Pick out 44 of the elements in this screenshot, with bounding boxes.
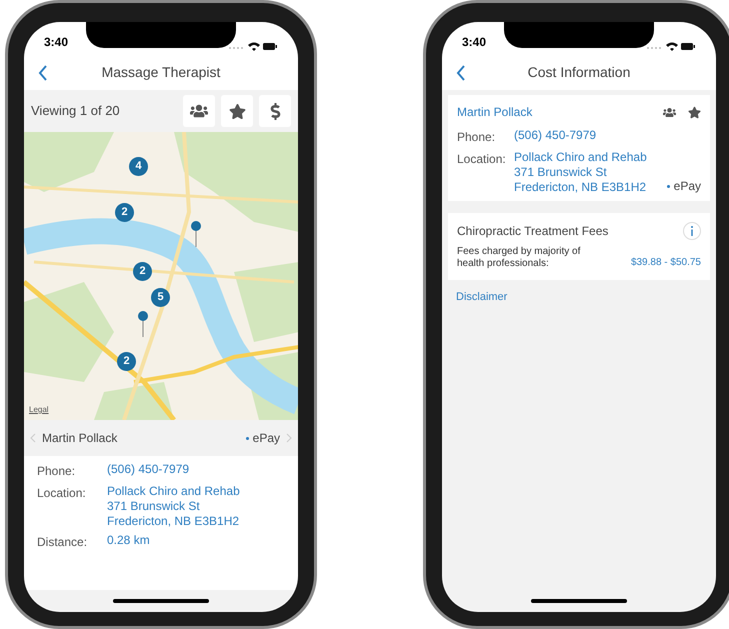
group-button[interactable] <box>183 95 215 127</box>
status-time: 3:40 <box>44 34 68 51</box>
detail-label: Distance: <box>37 534 88 551</box>
bullet-icon <box>246 436 249 440</box>
payment-label: ePay <box>252 430 280 447</box>
provider-name: Martin Pollack <box>42 430 118 447</box>
fees-range: $39.88 - $50.75 <box>630 256 701 270</box>
star-button[interactable] <box>221 95 253 127</box>
detail-label: Phone: <box>457 129 496 146</box>
detail-link[interactable]: (506) 450-7979 <box>107 462 190 477</box>
dollar-button[interactable] <box>259 95 291 127</box>
screen-title: Cost Information <box>528 63 630 82</box>
detail-link[interactable]: 371 Brunswick St <box>107 499 240 514</box>
status-icons <box>646 41 696 51</box>
fees-title: Chiropractic Treatment Fees <box>457 223 608 240</box>
group-icon <box>190 102 208 120</box>
detail-link[interactable]: Pollack Chiro and Rehab <box>514 150 647 165</box>
detail-link[interactable]: Fredericton, NB E3B1H2 <box>514 180 647 195</box>
bullet-icon <box>666 184 670 188</box>
pin-icon[interactable] <box>138 311 148 337</box>
status-icons <box>228 41 278 51</box>
disclaimer-link[interactable]: Disclaimer <box>456 289 508 306</box>
group-icon[interactable] <box>663 106 676 118</box>
back-icon[interactable] <box>38 64 48 80</box>
legal-link[interactable]: Legal <box>29 404 49 416</box>
star-icon[interactable] <box>688 106 701 118</box>
detail-link[interactable]: Pollack Chiro and Rehab <box>107 484 240 499</box>
star-icon <box>228 102 246 120</box>
screen-title: Massage Therapist <box>102 63 220 82</box>
back-icon[interactable] <box>456 64 466 80</box>
fees-description: Fees charged by majority of health professionals: <box>457 246 582 270</box>
detail-label: Location: <box>457 151 507 168</box>
detail-link[interactable]: Fredericton, NB E3B1H2 <box>107 514 240 529</box>
info-icon[interactable] <box>683 222 701 240</box>
detail-label: Phone: <box>37 463 76 480</box>
detail-link[interactable]: 371 Brunswick St <box>514 165 647 180</box>
detail-link[interactable]: 0.28 km <box>107 533 150 548</box>
detail-label: Location: <box>37 485 87 502</box>
status-time: 3:40 <box>462 34 486 51</box>
payment-label: ePay <box>674 178 701 195</box>
pin-icon[interactable] <box>191 221 201 247</box>
provider-name[interactable]: Martin Pollack <box>457 103 532 121</box>
detail-link[interactable]: (506) 450-7979 <box>514 128 596 143</box>
viewing-count: Viewing 1 of 20 <box>31 102 120 120</box>
